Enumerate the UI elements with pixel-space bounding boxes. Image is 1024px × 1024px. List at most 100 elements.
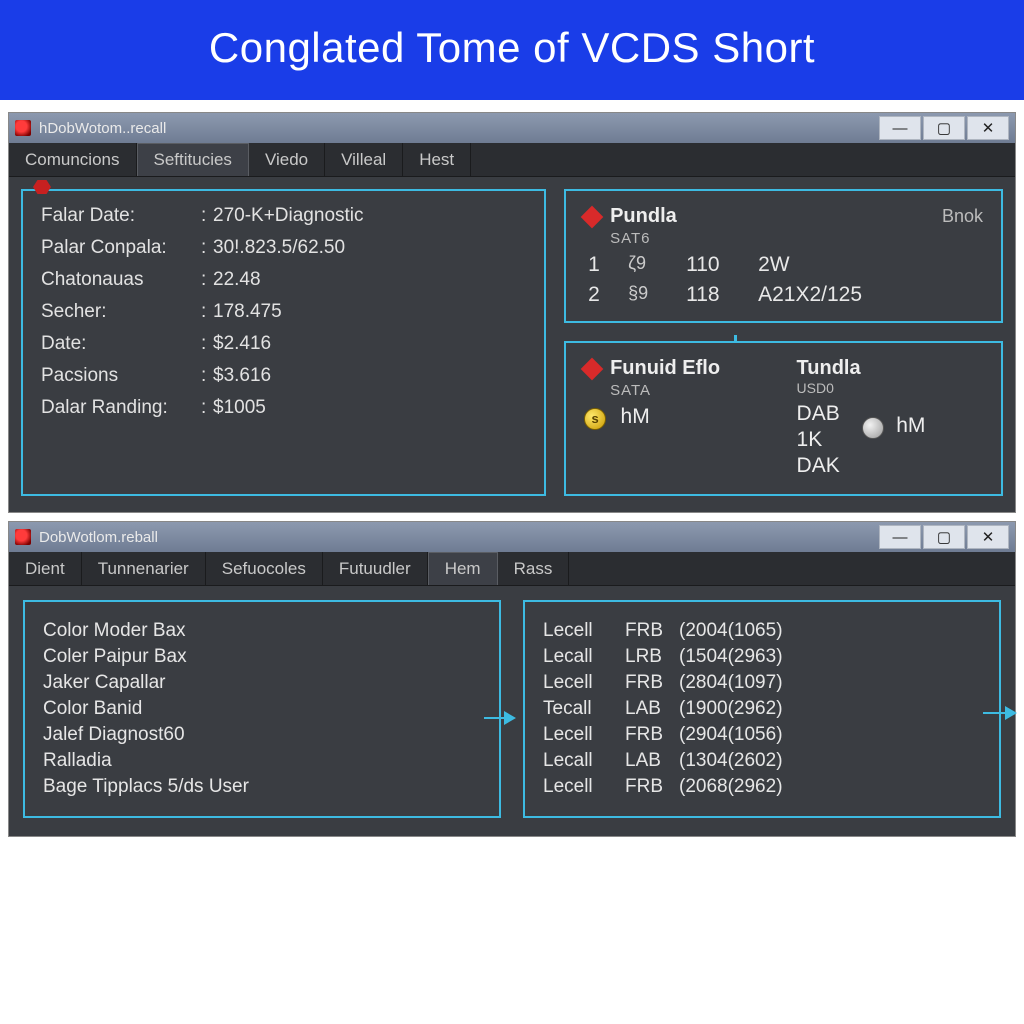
cell: (2004(1065) [679, 620, 981, 642]
separator: : [201, 301, 213, 323]
diamond-icon [581, 205, 604, 228]
list-item[interactable]: Coler Paipur Bax [43, 646, 481, 668]
medal-icon: s [584, 408, 606, 430]
titlebar-1[interactable]: hDobWotom..recall — ▢ ✕ [9, 113, 1015, 143]
cell: Lecell [543, 672, 617, 694]
value-label: hM [896, 414, 925, 437]
dial-icon [862, 417, 884, 439]
cell: Lecall [543, 750, 617, 772]
field-label: Dalar Randing: [41, 397, 201, 419]
separator: : [201, 333, 213, 355]
list-item[interactable]: Color Banid [43, 698, 481, 720]
panel-title: Tundla [797, 357, 861, 380]
cell: Lecell [543, 620, 617, 642]
menubar-2: DientTunnenarierSefuocolesFutuudlerHemRa… [9, 552, 1015, 586]
maximize-button[interactable]: ▢ [923, 116, 965, 140]
value-label: hM [621, 405, 650, 428]
value-label: 1K [797, 428, 840, 452]
cell: Lecell [543, 776, 617, 798]
field-value: $3.616 [213, 365, 526, 387]
menu-item[interactable]: Dient [9, 552, 82, 585]
field-label: Chatonauas [41, 269, 201, 291]
cell: ζ9 [628, 253, 674, 277]
list-item[interactable]: Tecall LAB (1900(2962) [543, 698, 981, 720]
window-title: DobWotlom.reball [39, 529, 158, 546]
page-banner: Conglated Tome of VCDS Short [0, 0, 1024, 104]
menu-item[interactable]: Hest [403, 143, 471, 176]
list-item[interactable]: Lecell FRB (2904(1056) [543, 724, 981, 746]
cell: Lecall [543, 646, 617, 668]
menu-item[interactable]: Hem [428, 552, 498, 585]
panel-tag: USD0 [797, 380, 983, 396]
menu-item[interactable]: Viedo [249, 143, 325, 176]
cell: (2904(1056) [679, 724, 981, 746]
list-item[interactable]: Lecell FRB (2068(2962) [543, 776, 981, 798]
cell: FRB [625, 620, 671, 642]
menu-item[interactable]: Sefuocoles [206, 552, 323, 585]
cell: FRB [625, 724, 671, 746]
separator: : [201, 237, 213, 259]
panel-subtitle: Bnok [942, 206, 983, 227]
connector-arrow [983, 706, 1017, 720]
separator: : [201, 205, 213, 227]
menu-item[interactable]: Tunnenarier [82, 552, 206, 585]
cell: (1900(2962) [679, 698, 981, 720]
field-value: 22.48 [213, 269, 526, 291]
cell: Tecall [543, 698, 617, 720]
cell: LRB [625, 646, 671, 668]
list-item[interactable]: Lecall LRB (1504(2963) [543, 646, 981, 668]
separator: : [201, 269, 213, 291]
field-label: Secher: [41, 301, 201, 323]
list-item[interactable]: Ralladia [43, 750, 481, 772]
field-value: $2.416 [213, 333, 526, 355]
field-label: Falar Date: [41, 205, 201, 227]
list-item[interactable]: Bage Tipplacs 5/ds User [43, 776, 481, 798]
cell: FRB [625, 672, 671, 694]
cell: 1 [588, 253, 616, 277]
panel-title: Pundla [610, 205, 677, 228]
list-item[interactable]: LecallLAB(1304(2602) [543, 750, 981, 772]
field-value: 270-K+Diagnostic [213, 205, 526, 227]
cell: 118 [686, 283, 746, 307]
info-panel: Falar Date::270-K+DiagnosticPalar Conpal… [21, 189, 546, 496]
minimize-button[interactable]: — [879, 525, 921, 549]
cell: Lecell [543, 724, 617, 746]
menu-item[interactable]: Villeal [325, 143, 403, 176]
cell: 2W [758, 253, 983, 277]
cell: (2068(2962) [679, 776, 981, 798]
menu-item[interactable]: Futuudler [323, 552, 428, 585]
cell: (1504(2963) [679, 646, 981, 668]
menu-item[interactable]: Rass [498, 552, 570, 585]
field-label: Date: [41, 333, 201, 355]
list-item[interactable]: Lecell FRB (2004(1065) [543, 620, 981, 642]
menu-item[interactable]: Comuncions [9, 143, 137, 176]
field-label: Pacsions [41, 365, 201, 387]
close-button[interactable]: ✕ [967, 116, 1009, 140]
separator: : [201, 365, 213, 387]
cell: 2 [588, 283, 616, 307]
connector-arrow [484, 711, 516, 725]
maximize-button[interactable]: ▢ [923, 525, 965, 549]
window-1: hDobWotom..recall — ▢ ✕ ComuncionsSeftit… [8, 112, 1016, 513]
list-item[interactable]: Color Moder Bax [43, 620, 481, 642]
separator: : [201, 397, 213, 419]
minimize-button[interactable]: — [879, 116, 921, 140]
list-item[interactable]: Jalef Diagnost60 [43, 724, 481, 746]
menubar-1: ComuncionsSeftituciesViedoVillealHest [9, 143, 1015, 177]
right-list-panel: Lecell FRB (2004(1065) Lecall LRB (1504(2963)… [523, 600, 1001, 818]
list-item[interactable]: LecellFRB(2804(1097) [543, 672, 981, 694]
titlebar-2[interactable]: DobWotlom.reball — ▢ ✕ [9, 522, 1015, 552]
cell: §9 [628, 283, 674, 307]
close-button[interactable]: ✕ [967, 525, 1009, 549]
panel-badge-icon [33, 180, 51, 194]
app-icon [15, 120, 31, 136]
diamond-icon [581, 357, 604, 380]
menu-item[interactable]: Seftitucies [137, 143, 249, 176]
cell: LAB [625, 698, 671, 720]
field-label: Palar Conpala: [41, 237, 201, 259]
list-item[interactable]: Jaker Capallar [43, 672, 481, 694]
value-label: DAK [797, 454, 840, 478]
cell: 110 [686, 253, 746, 277]
window-2: DobWotlom.reball — ▢ ✕ DientTunnenarierS… [8, 521, 1016, 837]
cell: FRB [625, 776, 671, 798]
